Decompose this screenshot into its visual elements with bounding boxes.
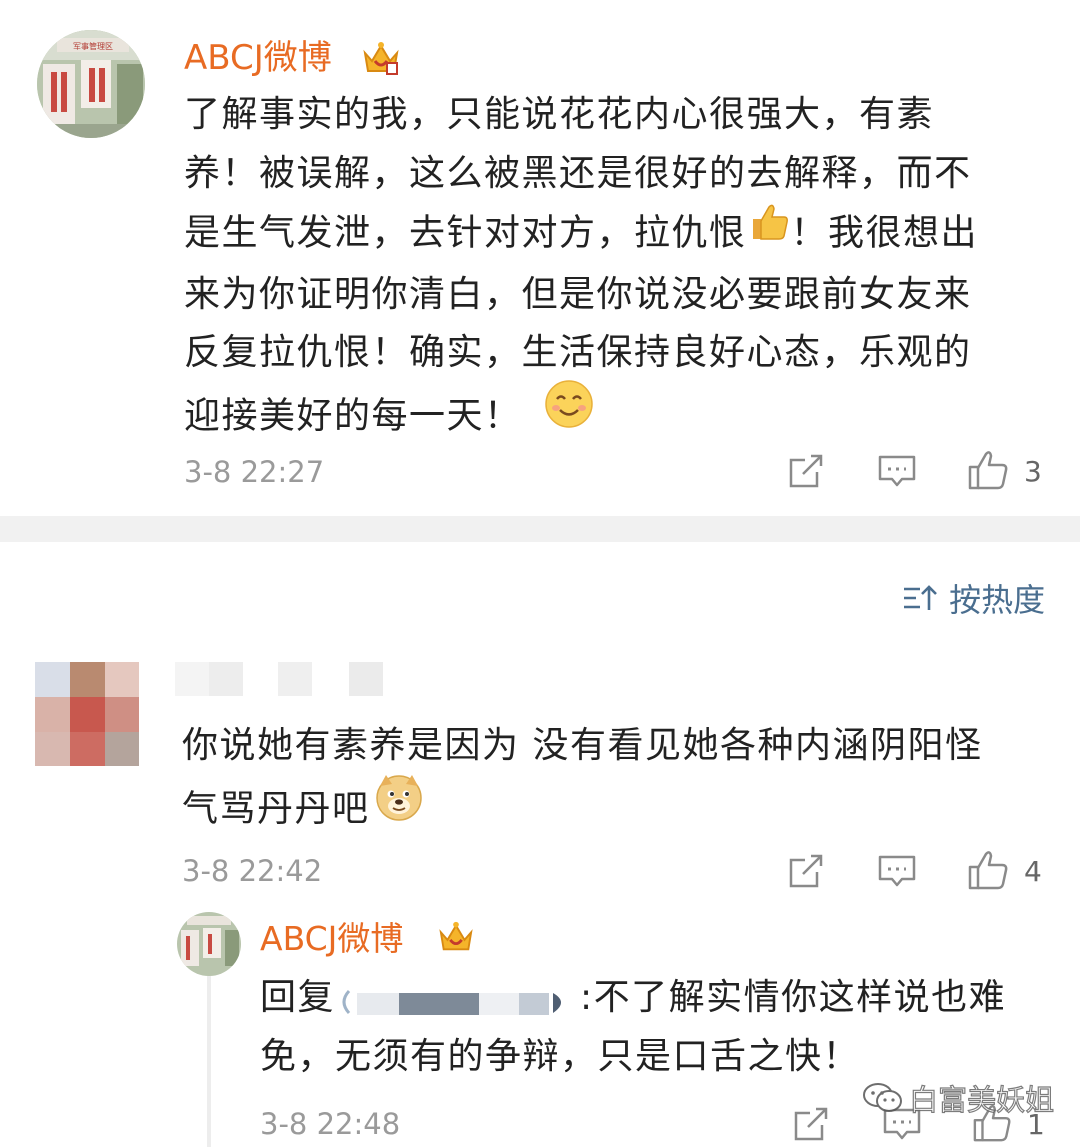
reply-line-2: 免，无须有的争辩，只是口舌之快！: [260, 1035, 861, 1077]
reply-prefix: 回复: [260, 977, 336, 1018]
share-icon[interactable]: [787, 452, 825, 494]
sort-icon: [902, 583, 938, 617]
comment-1-time: 3-8 22:27: [184, 455, 325, 489]
like-icon[interactable]: [967, 849, 1009, 895]
svg-text:军事管理区: 军事管理区: [73, 41, 113, 51]
avatar-user-1[interactable]: 军事管理区: [37, 30, 145, 138]
comment-1-line-6a: 迎接美好的每一天！: [184, 394, 522, 436]
smile-emoji: [544, 379, 594, 448]
reply-time: 3-8 22:48: [260, 1107, 401, 1141]
comment-2-line-2: 气骂丹丹吧: [182, 787, 370, 829]
reply-line-1-rest: :不了解实情你这样说也难: [580, 977, 1007, 1018]
comment-1-line-3a: 是生气发泄，去针对对方，拉仇恨: [184, 212, 747, 254]
wechat-icon: [862, 1081, 904, 1119]
comment-1-line-6: 迎接美好的每一天！: [184, 379, 1064, 452]
reply-mention-redacted[interactable]: [335, 979, 580, 1015]
comment-2-line-1: 你说她有素养是因为 没有看见她各种内涵阴阳怪: [182, 725, 983, 766]
share-icon[interactable]: [787, 852, 825, 894]
comment-1-line-3: 是生气发泄，去针对对方，拉仇恨 ！我很想出: [184, 203, 1064, 266]
doge-emoji: [374, 772, 424, 841]
sort-button[interactable]: 按热度: [902, 580, 1045, 620]
comment-1-line-5: 反复拉仇恨！确实，生活保持良好心态，乐观的: [184, 332, 972, 373]
sort-label: 按热度: [949, 581, 1046, 619]
username-1[interactable]: ABCJ微博: [184, 38, 332, 78]
crown-icon: [361, 39, 401, 81]
reply-line-1: 回复 :不了解实情你这样说也难: [260, 969, 1060, 1028]
watermark-text: 白富美妖姐: [908, 1082, 1055, 1117]
comment-1-line-3b: ！我很想出: [790, 212, 979, 254]
comment-1-line-4: 来为你证明你清白，但是你说没必要跟前女友来: [184, 273, 972, 315]
comment-icon[interactable]: [877, 452, 917, 494]
comment-1-line-1: 了解事实的我，只能说花花内心很强大，有素: [184, 94, 935, 135]
comment-1-line-2: 养！被误解，这么被黑还是很好的去解释，而不: [184, 152, 972, 194]
like-icon[interactable]: [967, 449, 1009, 495]
comment-2-time: 3-8 22:42: [182, 854, 323, 888]
comment-1-like-count: 3: [1024, 455, 1042, 488]
reply-username[interactable]: ABCJ微博: [260, 919, 403, 959]
watermark: 白富美妖姐: [862, 1081, 1055, 1119]
comment-2-line-2-wrap: 气骂丹丹吧: [182, 774, 1062, 845]
crown-icon: [437, 919, 475, 959]
avatar-reply-user[interactable]: [177, 912, 241, 976]
share-icon[interactable]: [792, 1105, 830, 1147]
section-separator: [0, 516, 1080, 542]
username-2-redacted[interactable]: [175, 662, 385, 696]
comment-2-like-count: 4: [1024, 855, 1042, 888]
comment-icon[interactable]: [877, 852, 917, 894]
reply-thread-line: [207, 975, 211, 1147]
avatar-user-2[interactable]: [35, 662, 139, 766]
thumbs-up-emoji: [747, 199, 791, 262]
